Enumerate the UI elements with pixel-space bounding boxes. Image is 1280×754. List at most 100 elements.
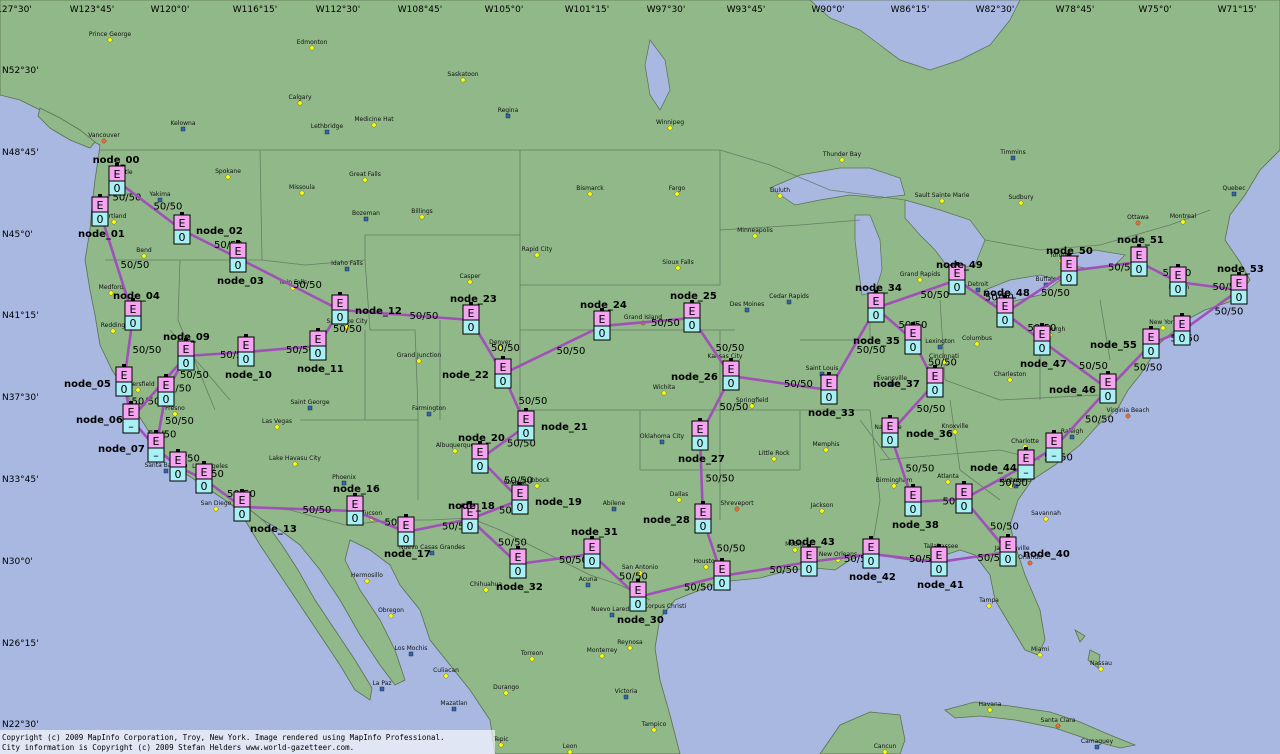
node-label: node_04	[113, 291, 160, 302]
node-label: node_03	[217, 276, 264, 287]
longitude-label: W123°45'	[70, 5, 115, 15]
node-status-letter: E	[352, 498, 359, 511]
node-label: node_12	[355, 306, 402, 317]
city-label: Bend	[136, 247, 152, 254]
node-label: node_31	[571, 527, 618, 538]
city-dot-icon	[1037, 652, 1043, 658]
node-status-letter: E	[910, 489, 917, 502]
city-label: Tampico	[641, 721, 667, 728]
city-square-icon	[662, 609, 668, 615]
node-count-value: 0	[403, 533, 410, 546]
link-capacity-label: 50/50	[1134, 363, 1163, 374]
node-status-letter: E	[1051, 435, 1058, 448]
node-count-value: 0	[121, 383, 128, 396]
node-count-value: 0	[130, 317, 137, 330]
city-dot-icon	[292, 461, 298, 467]
node-status-letter: E	[201, 466, 208, 479]
city-dot-icon	[752, 233, 758, 239]
city-label: Reynosa	[617, 639, 643, 646]
latitude-label: N52°30'	[2, 66, 39, 76]
node-status-letter: E	[153, 435, 160, 448]
node-label: node_49	[936, 260, 983, 271]
node-label: node_30	[617, 615, 664, 626]
router-node[interactable]: E0	[713, 558, 731, 591]
node-status-letter: E	[239, 494, 246, 507]
link-capacity-label: 50/50	[519, 396, 548, 407]
city-dot-icon	[1018, 200, 1024, 206]
city-square-icon	[307, 405, 313, 411]
city-label: Santa Clara	[1041, 717, 1076, 724]
router-node[interactable]: E–	[1045, 430, 1063, 463]
city-label: Tampa	[978, 597, 999, 604]
network-map: 127°30' W123°45' W120°0' W116°15' W112°30' W1…	[0, 0, 1280, 754]
node-status-letter: E	[689, 305, 696, 318]
city-label: Columbus	[962, 335, 992, 342]
link-capacity-label: 50/50	[1041, 288, 1070, 299]
city-dot-icon	[627, 645, 633, 651]
node-label: node_10	[225, 370, 272, 381]
city-label: Lake Havasu City	[269, 455, 321, 462]
node-label: node_53	[1217, 264, 1264, 275]
city-dot-icon	[110, 328, 116, 334]
link-capacity-label: 50/50	[717, 544, 746, 555]
node-label: node_51	[1117, 235, 1164, 246]
city-dot-icon	[734, 506, 740, 512]
node-label: node_06	[76, 415, 123, 426]
city-dot-icon	[101, 138, 107, 144]
city-square-icon	[426, 411, 432, 417]
link-capacity-label: 50/50	[557, 346, 586, 357]
node-label: node_33	[808, 408, 855, 419]
city-dot-icon	[952, 429, 958, 435]
city-label: Sault Sainte Marie	[915, 192, 970, 199]
node-status-letter: E	[1039, 328, 1046, 341]
node-label: node_11	[297, 364, 344, 375]
router-node[interactable]: E0	[157, 374, 175, 407]
city-dot-icon	[460, 77, 466, 83]
node-status-letter: E	[500, 361, 507, 374]
city-label: Grand Rapids	[900, 271, 940, 278]
node-label: node_41	[917, 580, 964, 591]
city-dot-icon	[371, 122, 377, 128]
city-label: Thunder Bay	[822, 151, 862, 158]
city-dot-icon	[213, 506, 219, 512]
city-label: Quebec	[1222, 185, 1245, 192]
city-label: Saint George	[290, 399, 329, 406]
link-capacity-label: 50/50	[684, 583, 713, 594]
node-status-letter: E	[477, 446, 484, 459]
router-node[interactable]: E0	[195, 461, 213, 494]
router-node[interactable]: E0	[1173, 313, 1191, 346]
latitude-label: N45°0'	[2, 230, 33, 240]
link-capacity-label: 50/50	[498, 538, 527, 549]
node-status-letter: E	[961, 486, 968, 499]
city-label: Casper	[460, 273, 481, 280]
node-count-value: 0	[887, 434, 894, 447]
longitude-label: W75°0'	[1138, 5, 1171, 15]
node-status-letter: E	[806, 549, 813, 562]
city-dot-icon	[416, 358, 422, 364]
node-status-letter: E	[1066, 258, 1073, 271]
city-dot-icon	[503, 690, 509, 696]
node-status-letter: E	[868, 541, 875, 554]
city-label: Medicine Hat	[354, 116, 394, 123]
city-label: Durango	[493, 684, 519, 691]
latitude-label: N41°15'	[2, 311, 39, 321]
city-label: Lexington	[925, 338, 955, 345]
city-label: Saskatoon	[447, 71, 478, 78]
city-label: Kansas City	[708, 353, 743, 360]
city-label: Winnipeg	[656, 119, 684, 126]
node-count-value: 0	[201, 480, 208, 493]
city-dot-icon	[667, 125, 673, 131]
node-status-letter: E	[873, 295, 880, 308]
city-square-icon	[408, 651, 414, 657]
node-status-letter: E	[403, 519, 410, 532]
city-label: Lethbridge	[311, 123, 344, 130]
city-dot-icon	[1098, 666, 1104, 672]
city-label: Timmins	[999, 149, 1025, 156]
router-node[interactable]: E0	[169, 449, 187, 482]
node-status-letter: E	[468, 307, 475, 320]
node-status-letter: E	[1105, 376, 1112, 389]
city-label: Charlotte	[1011, 438, 1039, 445]
router-node[interactable]: E0	[1169, 264, 1187, 297]
router-node[interactable]: E0	[955, 481, 973, 514]
longitude-label: 127°30'	[0, 5, 32, 15]
